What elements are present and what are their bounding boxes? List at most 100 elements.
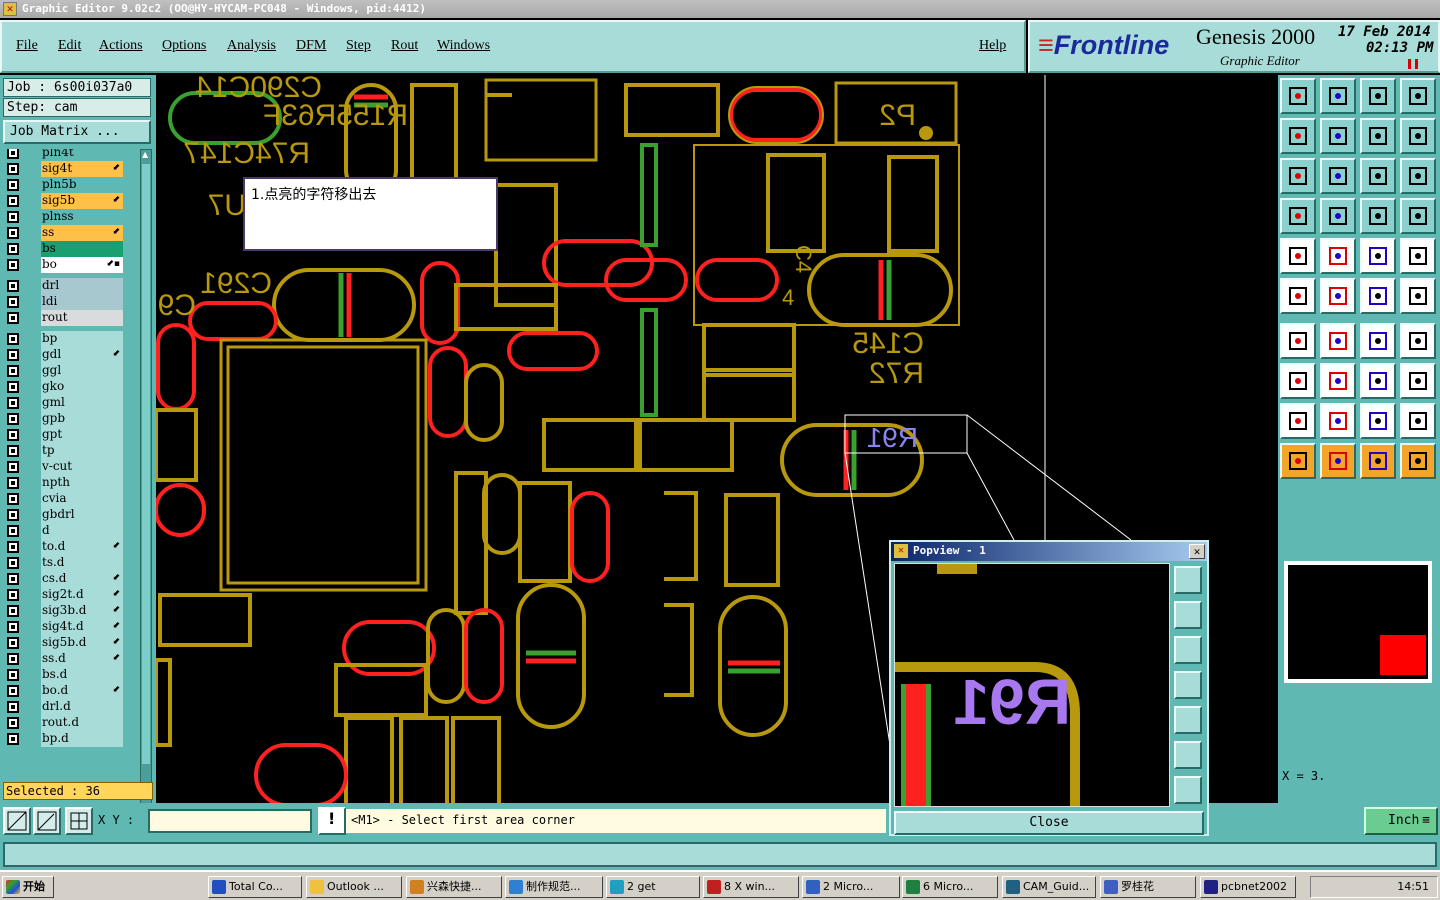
layer-name[interactable]: bo.d ⬋ xyxy=(41,683,123,699)
layer-scrollbar[interactable]: ▲ ▼ xyxy=(140,149,152,853)
copy-up-icon[interactable] xyxy=(1280,78,1316,114)
layer-checkbox[interactable] xyxy=(7,381,19,393)
shape-icon[interactable] xyxy=(1400,363,1436,399)
layer-row[interactable]: to.d ⬋ xyxy=(3,539,139,555)
layer-name[interactable]: drl.d xyxy=(41,699,123,715)
layer-row[interactable]: sig3b.d ⬋ xyxy=(3,603,139,619)
layer-row[interactable]: ts.d xyxy=(3,555,139,571)
query-icon[interactable] xyxy=(1400,158,1436,194)
layer-row[interactable]: bp xyxy=(3,331,139,347)
layer-checkbox[interactable] xyxy=(7,280,19,292)
move-icon[interactable] xyxy=(1400,278,1436,314)
menu-analysis[interactable]: Analysis xyxy=(227,38,276,54)
layer-checkbox[interactable] xyxy=(7,637,19,649)
layer-checkbox[interactable] xyxy=(7,669,19,681)
popview-zoom-out-icon[interactable] xyxy=(1174,776,1202,804)
layer-checkbox[interactable] xyxy=(7,179,19,191)
pad-icon[interactable] xyxy=(1280,238,1316,274)
arc-icon[interactable] xyxy=(1360,323,1396,359)
connect-icon[interactable] xyxy=(1280,278,1316,314)
overview-window[interactable] xyxy=(1284,561,1432,683)
menu-file[interactable]: File xyxy=(16,38,38,54)
layer-checkbox[interactable] xyxy=(7,477,19,489)
layer-checkbox[interactable] xyxy=(7,605,19,617)
line-icon[interactable] xyxy=(1320,238,1356,274)
popview-title-bar[interactable]: ✕ Popview - 1 ✕ xyxy=(891,542,1207,561)
layer-row[interactable]: sig5b ⬋ xyxy=(3,193,139,209)
start-button[interactable]: 开始 xyxy=(2,876,54,898)
layer-name[interactable]: v-cut xyxy=(41,459,123,475)
taskbar-item[interactable]: 制作规范... xyxy=(505,876,603,898)
layer-name[interactable]: sig2t.d ⬋ xyxy=(41,587,123,603)
layer-name[interactable]: plnss xyxy=(41,209,123,225)
minus-icon[interactable] xyxy=(1320,363,1356,399)
scroll-thumb[interactable] xyxy=(142,164,150,764)
taskbar-item[interactable]: 2 get xyxy=(606,876,700,898)
pause-icon[interactable] xyxy=(1408,59,1418,69)
ruler-icon[interactable] xyxy=(1360,238,1396,274)
window-title-bar[interactable]: ✕ Graphic Editor 9.02c2 (OO@HY-HYCAM-PC0… xyxy=(0,0,1440,18)
cross-icon[interactable] xyxy=(1320,278,1356,314)
layer-name[interactable]: d xyxy=(41,523,123,539)
layer-checkbox[interactable] xyxy=(7,461,19,473)
popview-window[interactable]: ✕ Popview - 1 ✕ R91 Close xyxy=(889,540,1209,836)
layer-checkbox[interactable] xyxy=(7,397,19,409)
popview-pan-right-icon[interactable] xyxy=(1174,706,1202,734)
layer-row[interactable]: gpb xyxy=(3,411,139,427)
pointer-icon[interactable] xyxy=(1280,443,1316,479)
layer-row[interactable]: drl.d xyxy=(3,699,139,715)
job-matrix-button[interactable]: Job Matrix ... xyxy=(3,120,151,144)
layer-checkbox[interactable] xyxy=(7,211,19,223)
layer-checkbox[interactable] xyxy=(7,733,19,745)
layer-checkbox[interactable] xyxy=(7,195,19,207)
layer-checkbox[interactable] xyxy=(7,227,19,239)
menu-rout[interactable]: Rout xyxy=(391,38,418,54)
features-icon[interactable] xyxy=(1360,198,1396,234)
layer-row[interactable]: bp.d xyxy=(3,731,139,747)
zoom-area-icon[interactable] xyxy=(3,807,31,835)
layer-checkbox[interactable] xyxy=(7,429,19,441)
command-input[interactable] xyxy=(3,842,1437,867)
layer-checkbox[interactable] xyxy=(7,365,19,377)
taskbar-item[interactable]: 6 Micro... xyxy=(902,876,998,898)
snap-icon[interactable] xyxy=(1400,118,1436,154)
layer-checkbox[interactable] xyxy=(7,685,19,697)
layer-row[interactable]: gbdrl xyxy=(3,507,139,523)
taskbar-item[interactable]: 兴森快捷... xyxy=(406,876,502,898)
taskbar-item[interactable]: CAM_Guid... xyxy=(1002,876,1096,898)
layer-row[interactable]: ss ⬋ xyxy=(3,225,139,241)
layer-checkbox[interactable] xyxy=(7,243,19,255)
layer-checkbox[interactable] xyxy=(7,163,19,175)
fit-icon[interactable] xyxy=(1280,158,1316,194)
layer-row[interactable]: d xyxy=(3,523,139,539)
taskbar-item[interactable]: Outlook ... xyxy=(306,876,402,898)
taskbar-item[interactable]: Total Co... xyxy=(208,876,302,898)
layer-checkbox[interactable] xyxy=(7,557,19,569)
layer-row[interactable]: ss.d ⬋ xyxy=(3,651,139,667)
taskbar-item[interactable]: 罗桂花 xyxy=(1100,876,1196,898)
menu-actions[interactable]: Actions xyxy=(99,38,143,54)
layer-name[interactable]: ldi xyxy=(41,294,123,310)
center-icon[interactable] xyxy=(1320,158,1356,194)
layer-checkbox[interactable] xyxy=(7,333,19,345)
layer-checkbox[interactable] xyxy=(7,701,19,713)
layer-checkbox[interactable] xyxy=(7,589,19,601)
layer-name[interactable]: sig5b.d ⬋ xyxy=(41,635,123,651)
xy-input[interactable] xyxy=(148,809,312,833)
menu-edit[interactable]: Edit xyxy=(58,38,81,54)
measure-icon[interactable] xyxy=(1360,363,1396,399)
layer-checkbox[interactable] xyxy=(7,525,19,537)
popview-zoom-in-icon[interactable] xyxy=(1174,741,1202,769)
layer-row[interactable]: gdl ⬋ xyxy=(3,347,139,363)
layer-name[interactable]: rout.d xyxy=(41,715,123,731)
node-icon[interactable] xyxy=(1280,363,1316,399)
settings-icon[interactable] xyxy=(1280,198,1316,234)
layer-name[interactable]: ggl xyxy=(41,363,123,379)
layer-name[interactable]: sig3b.d ⬋ xyxy=(41,603,123,619)
layer-name[interactable]: to.d ⬋ xyxy=(41,539,123,555)
taskbar-item[interactable]: 8 X win... xyxy=(703,876,799,898)
features-alt-icon[interactable] xyxy=(1400,198,1436,234)
select-icon[interactable] xyxy=(1320,443,1356,479)
arch-icon[interactable] xyxy=(1320,403,1356,439)
layer-row[interactable]: ldi xyxy=(3,294,139,310)
